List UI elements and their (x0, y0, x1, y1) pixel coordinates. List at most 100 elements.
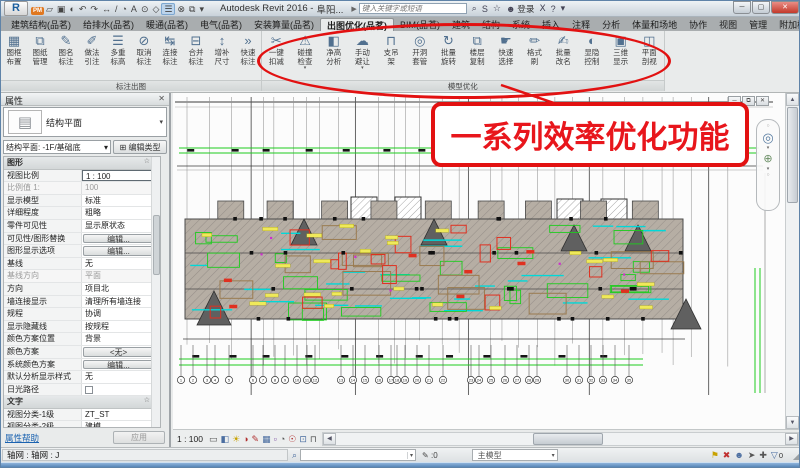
workset-status-icon[interactable]: ⚑ (711, 450, 719, 461)
close-button[interactable]: ✕ (771, 1, 799, 14)
sun-path-icon[interactable]: ☀ (232, 431, 240, 447)
scrollbar-thumb[interactable] (153, 215, 160, 275)
properties-close-icon[interactable]: ✕ (158, 94, 165, 104)
chevron-down-icon[interactable]: ▾ (767, 145, 770, 151)
ribbon-tab-7[interactable]: 建筑 (446, 18, 476, 31)
ribbon-button-1-12[interactable]: ▣三维显示 (606, 32, 635, 80)
ribbon-button-0-8[interactable]: ↕增补尺寸 (209, 32, 235, 80)
application-menu-button[interactable]: R (4, 1, 28, 16)
property-edit-button[interactable]: 编辑... (83, 234, 154, 244)
ribbon-tab-11[interactable]: 注释 (566, 18, 596, 31)
ribbon-button-1-8[interactable]: ☛快速选择 (492, 32, 521, 80)
properties-scrollbar[interactable] (151, 157, 160, 427)
press-drag-icon[interactable]: ✚ (759, 450, 767, 461)
property-value[interactable]: 平面 (82, 270, 160, 282)
property-value[interactable]: 粗略 (82, 207, 160, 219)
editing-requests-icon[interactable]: ☻ (734, 450, 743, 461)
type-selector[interactable]: ▤ 结构平面 ▾ (3, 107, 167, 137)
property-value[interactable]: 100 (82, 182, 160, 194)
view-scale-button[interactable]: 1 : 100 (177, 434, 203, 444)
qat-aligned-dimension-icon[interactable]: ↔ (100, 4, 113, 14)
crop-view-icon[interactable]: ▦ (262, 431, 271, 447)
ribbon-button-0-5[interactable]: ⊘取消标注 (131, 32, 157, 80)
ribbon-tab-10[interactable]: 插入 (536, 18, 566, 31)
worksharing-display-icon[interactable]: ⊡ (299, 431, 307, 447)
ribbon-tab-17[interactable]: 附加模块 (773, 18, 800, 31)
property-value[interactable]: 按规程 (82, 321, 160, 333)
qat-thin-lines-icon[interactable]: ☰ (161, 3, 175, 15)
design-option-dropdown[interactable]: 主模型 ▾ (472, 449, 558, 461)
ribbon-button-1-0[interactable]: ✂一键扣减 (262, 32, 291, 80)
selection-filter-icon[interactable]: ▽ (771, 450, 778, 461)
ribbon-tab-13[interactable]: 体量和场地 (626, 18, 683, 31)
property-edit-button[interactable]: 编辑... (83, 246, 154, 256)
horizontal-scrollbar[interactable]: ◀ ▶ (322, 432, 799, 446)
qat-redo-icon[interactable]: ↷ (88, 4, 100, 14)
qat-sync-icon[interactable]: ◐ (67, 4, 76, 14)
ribbon-tab-3[interactable]: 电气(品茗) (194, 18, 248, 31)
ribbon-button-0-3[interactable]: ✐做法引注 (79, 32, 105, 80)
filter-dropdown[interactable]: 结构平面: -1F/基础底 ▾ (3, 140, 111, 154)
ribbon-button-1-9[interactable]: ✏格式刷 (520, 32, 549, 80)
ribbon-button-1-2[interactable]: ◧净高分析 (319, 32, 348, 80)
qat-text-icon[interactable]: A (129, 4, 139, 14)
ribbon-tab-16[interactable]: 管理 (743, 18, 773, 31)
exchange-apps-icon[interactable]: Ⅹ (539, 3, 545, 14)
subscription-icon[interactable]: S (482, 4, 488, 14)
ribbon-button-1-3[interactable]: ☁手动避让▾ (348, 32, 377, 80)
ribbon-tab-4[interactable]: 安装算量(品茗) (248, 18, 320, 31)
account-icon[interactable]: ☻ (506, 4, 515, 14)
property-value[interactable]: 背景 (82, 333, 160, 345)
search-icon[interactable]: ⌕ (472, 3, 477, 14)
scrollbar-thumb[interactable] (787, 107, 798, 203)
steering-wheel-icon[interactable]: ◎ (762, 130, 773, 145)
qat-close-hidden-windows-icon[interactable]: ⊗ (175, 4, 187, 14)
ribbon-tab-5[interactable]: 出图优化(品茗) (320, 18, 394, 31)
ribbon-button-1-1[interactable]: ⚠碰撞检查▾ (291, 32, 320, 80)
help-icon[interactable]: ? (551, 4, 556, 14)
property-edit-button[interactable]: 编辑... (83, 360, 154, 370)
property-value[interactable]: 无 (82, 258, 160, 270)
sketchy-lines-icon[interactable]: ✎ (252, 431, 260, 447)
property-value-input[interactable]: 1 : 100 (82, 170, 154, 182)
ribbon-button-1-5[interactable]: ◎开洞套管 (405, 32, 434, 80)
detail-level-icon[interactable]: ▭ (209, 431, 218, 447)
ribbon-button-0-9[interactable]: »快速标注 (235, 32, 261, 80)
scroll-left-icon[interactable]: ◀ (323, 433, 336, 445)
search-toggle-icon[interactable]: ▶ (351, 5, 356, 13)
view-close-icon[interactable]: ✕ (756, 96, 769, 106)
minimize-button[interactable]: ─ (733, 1, 751, 14)
apply-button[interactable]: 应用 (113, 431, 165, 444)
ribbon-tab-15[interactable]: 视图 (713, 18, 743, 31)
ribbon-button-0-6[interactable]: ↹连接标注 (157, 32, 183, 80)
favorites-star-icon[interactable]: ☆ (493, 3, 501, 14)
qat-switch-windows-icon[interactable]: ⧉ (187, 4, 197, 14)
property-value[interactable]: 显示原状态 (82, 220, 160, 232)
ribbon-button-1-7[interactable]: ⧉楼层复制 (463, 32, 492, 80)
qat-undo-icon[interactable]: ↶ (77, 4, 89, 14)
property-value[interactable]: ZT_ST (82, 409, 160, 421)
properties-help-link[interactable]: 属性帮助 (5, 432, 39, 444)
signin-label[interactable]: 登录 (517, 3, 534, 15)
ribbon-tab-9[interactable]: 系统 (506, 18, 536, 31)
ribbon-tab-1[interactable]: 给排水(品茗) (77, 18, 140, 31)
chevron-down-icon[interactable]: ▾ (159, 118, 163, 126)
maximize-button[interactable]: ▢ (752, 1, 770, 14)
property-group-header[interactable]: 文字☆ (4, 396, 160, 409)
status-search-input[interactable]: ▾ (300, 449, 416, 461)
qat-tag-icon[interactable]: ◔ (119, 4, 128, 14)
ribbon-button-0-1[interactable]: ⧉图纸管理 (27, 32, 53, 80)
ribbon-button-1-11[interactable]: ◐显隐控制 (578, 32, 607, 80)
property-group-header[interactable]: 图形☆ (4, 157, 160, 170)
shadows-icon[interactable]: ◑ (243, 431, 248, 447)
ribbon-tab-6[interactable]: BIM(品茗) (394, 18, 446, 31)
property-value[interactable]: 无 (82, 371, 160, 383)
qat-open-file-icon[interactable]: ▱ (44, 4, 55, 14)
property-value[interactable]: 清理所有墙连接 (82, 296, 160, 308)
ribbon-button-0-0[interactable]: ▦图框布置 (1, 32, 27, 80)
ribbon-tab-2[interactable]: 暖通(品茗) (140, 18, 194, 31)
qat-default-3d-view-icon[interactable]: ⊙ (139, 4, 151, 14)
search-icon[interactable]: ⌕ (292, 450, 297, 461)
qat-section-icon[interactable]: ◇ (150, 4, 161, 14)
ribbon-button-0-2[interactable]: ✎图名标注 (53, 32, 79, 80)
